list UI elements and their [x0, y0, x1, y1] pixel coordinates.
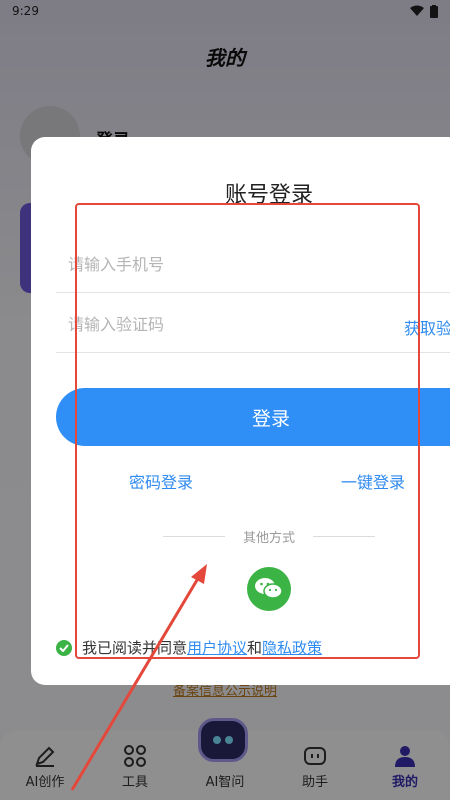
- agreement-checkbox[interactable]: [56, 639, 72, 656]
- checkmark-icon: [59, 643, 69, 652]
- annotation-box: [75, 203, 420, 659]
